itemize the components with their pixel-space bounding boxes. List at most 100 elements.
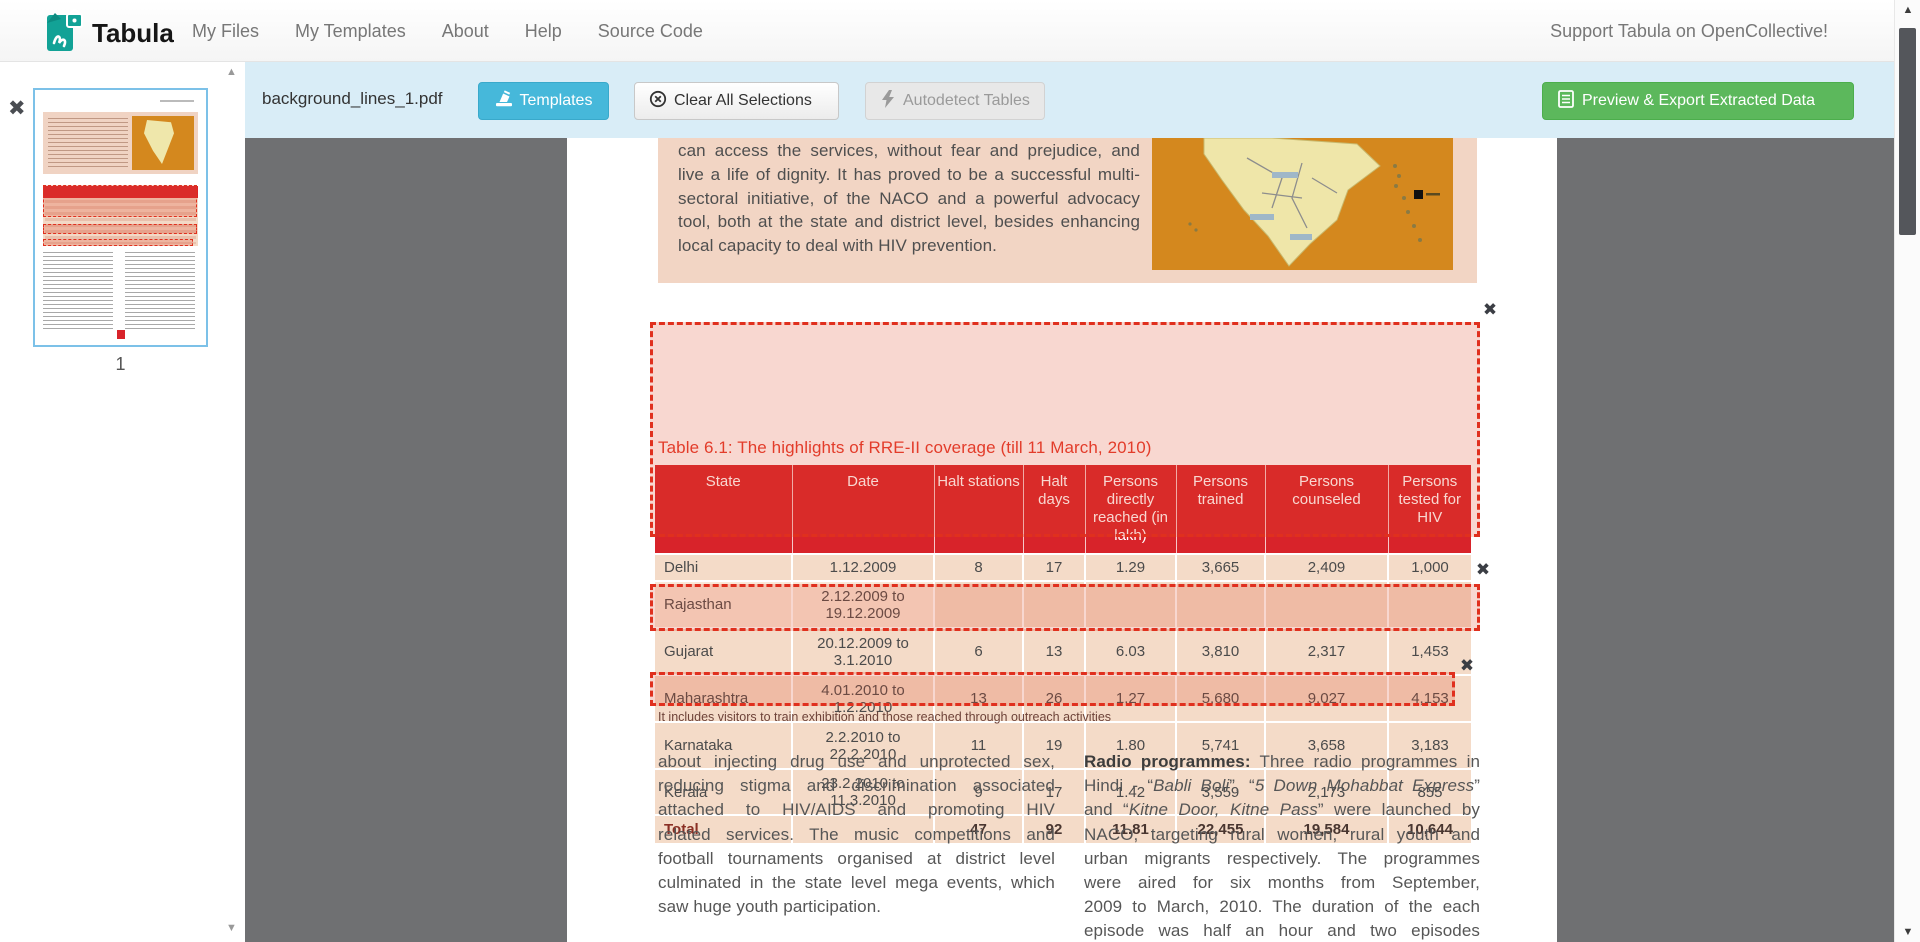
table-cell: 2,317 [1265, 628, 1388, 675]
table-cell: 13 [1023, 628, 1085, 675]
tabula-logo-icon [44, 9, 84, 58]
text-line: Radio programmes: Three radio programmes… [1084, 750, 1480, 774]
nav-item-my-files[interactable]: My Files [192, 21, 259, 42]
thumb-selection [43, 185, 197, 217]
nav-item-help[interactable]: Help [525, 21, 562, 42]
text-segment: 5 Down Mohabbat Express [1255, 776, 1474, 795]
sidebar-scroll-up-arrow[interactable]: ▲ [226, 66, 237, 78]
text-line: NACO, targeting rural women, rural youth… [1084, 823, 1480, 847]
text-segment: and “ [1084, 800, 1129, 819]
support-link[interactable]: Support Tabula on OpenCollective! [1550, 21, 1828, 42]
thumb-selection [43, 224, 197, 234]
text-segment: were aired for six months from September… [1084, 873, 1480, 892]
thumb-page-badge [117, 330, 125, 339]
table-cell: 3,665 [1176, 554, 1265, 581]
thumb-selection [43, 239, 193, 246]
document-filename: background_lines_1.pdf [262, 89, 443, 109]
thumb-map [132, 116, 194, 170]
text-line: attached to HIV/AIDS and promoting HIV [658, 798, 1055, 822]
table-selection-3[interactable] [650, 672, 1455, 706]
pdf-page[interactable]: can access the services, without fear an… [567, 138, 1557, 942]
text-segment: urban migrants respectively. The program… [1084, 849, 1480, 868]
body-text-left-column: about injecting drug use and unprotected… [658, 750, 1055, 919]
thumb-pink-block [43, 112, 198, 174]
table-cell: 6.03 [1085, 628, 1176, 675]
nav-item-about[interactable]: About [442, 21, 489, 42]
selection-2-close-icon[interactable]: ✖ [1472, 560, 1494, 582]
table-selection-2[interactable] [650, 584, 1480, 631]
templates-icon [495, 90, 513, 113]
text-line: urban migrants respectively. The program… [1084, 847, 1480, 871]
text-segment: ” [1474, 776, 1480, 795]
text-line: live a life of dignity. It has proved to… [678, 163, 1140, 187]
brand-title: Tabula [92, 18, 174, 49]
toolbar: background_lines_1.pdf Templates Clear A… [245, 62, 1894, 138]
text-line: saw huge youth participation. [658, 895, 1055, 919]
table-row: Delhi1.12.20098171.293,6652,4091,000 [655, 554, 1471, 581]
table-cell: 3,810 [1176, 628, 1265, 675]
india-map [1152, 138, 1453, 270]
nav-item-source-code[interactable]: Source Code [598, 21, 703, 42]
text-segment: Hindi - “ [1084, 776, 1153, 795]
thumb-text-lines [48, 118, 128, 168]
selection-1-close-icon[interactable]: ✖ [1479, 300, 1501, 322]
scroll-up-arrow[interactable]: ▲ [1895, 4, 1920, 16]
clear-all-selections-button[interactable]: Clear All Selections [634, 82, 839, 120]
clear-selections-label: Clear All Selections [674, 92, 812, 110]
scroll-down-arrow[interactable]: ▼ [1895, 926, 1920, 938]
table-cell: 6 [934, 628, 1023, 675]
text-segment: ”, “ [1229, 776, 1255, 795]
close-file-icon[interactable]: ✖ [8, 96, 26, 120]
thumb-header-line [160, 100, 194, 102]
thumb-map-land [144, 120, 174, 164]
page-thumbnail[interactable] [33, 88, 208, 347]
scrollbar-thumb[interactable] [1899, 28, 1916, 235]
text-line: 2009 to March, 2010. The duration of the… [1084, 895, 1480, 919]
selection-3-close-icon[interactable]: ✖ [1456, 656, 1478, 678]
nav-menu: My Files My Templates About Help Source … [192, 0, 703, 62]
text-line: culminated in the state level mega event… [658, 871, 1055, 895]
table-cell: 17 [1023, 554, 1085, 581]
pdf-viewer: can access the services, without fear an… [245, 138, 1894, 942]
text-segment: Three radio programmes in [1251, 752, 1480, 771]
text-line: tool, both at the state and district lev… [678, 210, 1140, 234]
body-text-right-column: Radio programmes: Three radio programmes… [1084, 750, 1480, 942]
table-cell: 1,000 [1388, 554, 1471, 581]
table-cell: 2,409 [1265, 554, 1388, 581]
page-scrollbar[interactable]: ▲ ▼ [1894, 0, 1920, 942]
text-segment: Kitne Door, Kitne Pass [1129, 800, 1318, 819]
table-cell: Gujarat [655, 628, 792, 675]
preview-export-label: Preview & Export Extracted Data [1582, 92, 1815, 110]
text-line: reducing stigma and discrimination assoc… [658, 774, 1055, 798]
text-segment: ” were launched by [1318, 800, 1480, 819]
text-line: local capacity to deal with HIV preventi… [678, 234, 1140, 258]
preview-export-button[interactable]: Preview & Export Extracted Data [1542, 82, 1854, 120]
text-line: Hindi - “Babli Boli”, “5 Down Mohabbat E… [1084, 774, 1480, 798]
table-selection-1[interactable] [650, 322, 1480, 537]
text-segment: Radio programmes: [1084, 752, 1251, 771]
text-line: football tournaments organised at distri… [658, 847, 1055, 871]
table-cell: 20.12.2009 to 3.1.2010 [792, 628, 934, 675]
nav-item-my-templates[interactable]: My Templates [295, 21, 406, 42]
text-line: and “Kitne Door, Kitne Pass” were launch… [1084, 798, 1480, 822]
export-table-icon [1557, 90, 1575, 113]
text-segment: episode was half an hour and two episode… [1084, 921, 1480, 940]
navbar: Tabula My Files My Templates About Help … [0, 0, 1920, 62]
table-cell: Delhi [655, 554, 792, 581]
table-row: Gujarat20.12.2009 to 3.1.20106136.033,81… [655, 628, 1471, 675]
autodetect-tables-button[interactable]: Autodetect Tables [865, 82, 1045, 120]
text-line: sectoral initiative, of the NACO and a p… [678, 187, 1140, 211]
templates-button[interactable]: Templates [478, 82, 609, 120]
text-line: can access the services, without fear an… [678, 139, 1140, 163]
thumb-text-column [43, 252, 113, 330]
sidebar-scroll-down-arrow[interactable]: ▼ [226, 922, 237, 934]
text-line: related services. The music competitions… [658, 823, 1055, 847]
table-footnote: It includes visitors to train exhibition… [658, 710, 1111, 724]
thumbnail-page-number: 1 [33, 354, 208, 375]
brand[interactable]: Tabula [44, 9, 174, 58]
text-segment: Babli Boli [1153, 776, 1229, 795]
text-line: episode was half an hour and two episode… [1084, 919, 1480, 942]
lightning-bolt-icon [880, 90, 896, 113]
table-cell: 1.12.2009 [792, 554, 934, 581]
autodetect-tables-label: Autodetect Tables [903, 92, 1030, 110]
